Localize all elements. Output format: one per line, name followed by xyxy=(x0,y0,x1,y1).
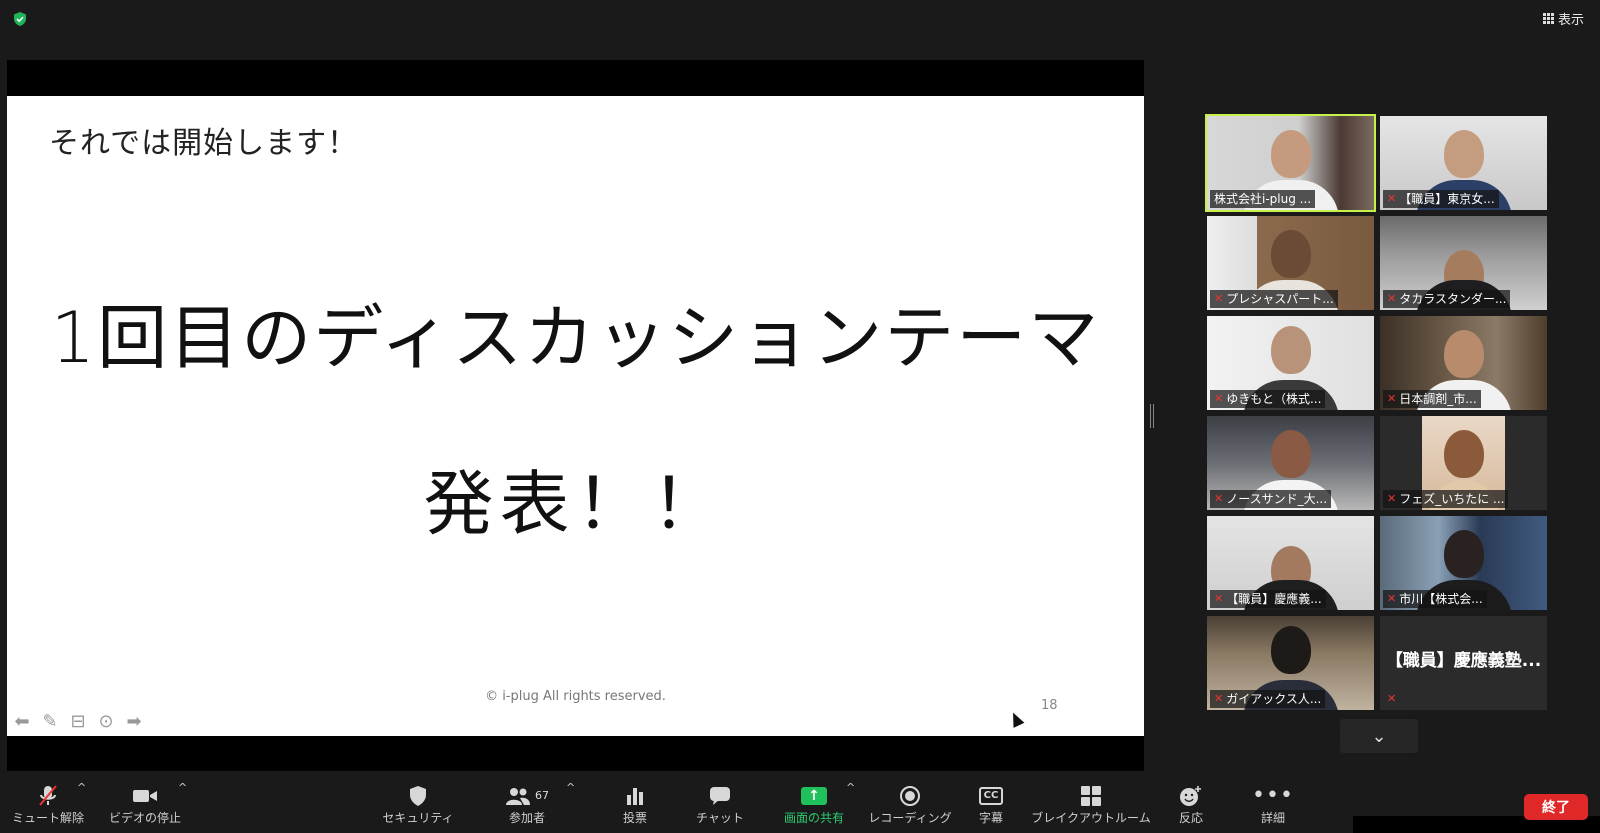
participants-button[interactable]: 67 参加者 xyxy=(495,777,559,833)
security-button[interactable]: セキュリティ xyxy=(380,777,456,833)
participant-name-tag: ✕ 日本調剤_市... xyxy=(1383,390,1481,408)
video-tile-off[interactable]: 【職員】慶應義塾... ✕ xyxy=(1380,616,1547,710)
video-options-caret-icon[interactable]: ^ xyxy=(178,781,187,794)
slides-grid-icon[interactable]: ⊟ xyxy=(67,710,89,732)
record-icon xyxy=(900,786,920,806)
participant-name-tag: ✕ 【職員】東京女... xyxy=(1383,190,1499,208)
mic-muted-icon: ✕ xyxy=(1214,292,1224,305)
microphone-muted-icon xyxy=(37,783,59,809)
reactions-button[interactable]: 反応 xyxy=(1168,777,1214,833)
breakout-rooms-button[interactable]: ブレイクアウトルーム xyxy=(1031,777,1151,833)
participant-name-tag: ✕ 【職員】慶應義... xyxy=(1210,590,1326,608)
mic-muted-icon: ✕ xyxy=(1387,392,1397,405)
chat-button[interactable]: チャット xyxy=(685,777,755,833)
slide-copyright: © i-plug All rights reserved. xyxy=(485,689,666,704)
participants-icon: 67 xyxy=(505,783,549,809)
participant-gallery: 株式会社i-plug ... ✕ 【職員】東京女... ✕ プレシャスパート... … xyxy=(1205,114,1549,710)
share-screen-button[interactable]: ↑ 画面の共有 xyxy=(776,777,852,833)
participant-display-name: 【職員】慶應義塾... xyxy=(1385,651,1542,671)
video-tile[interactable]: ✕ ゆきもと（株式... xyxy=(1207,316,1374,410)
view-button[interactable]: 表示 xyxy=(1542,8,1584,28)
mic-muted-icon: ✕ xyxy=(1214,492,1224,505)
participant-name-tag: ✕ フェズ_いちたに ... xyxy=(1383,490,1509,508)
participant-name-tag: ✕ xyxy=(1383,690,1400,708)
video-tile[interactable]: ✕ 【職員】慶應義... xyxy=(1207,516,1374,610)
security-shield-icon[interactable] xyxy=(12,11,28,27)
mic-muted-icon: ✕ xyxy=(1214,392,1224,405)
video-tile[interactable]: ✕ タカラスタンダー... xyxy=(1380,216,1547,310)
grid-view-icon xyxy=(1542,12,1554,24)
video-tile[interactable]: ✕ プレシャスパート... xyxy=(1207,216,1374,310)
panel-resize-handle[interactable] xyxy=(1150,404,1154,428)
participant-name-tag: ✕ ゆきもと（株式... xyxy=(1210,390,1326,408)
presentation-slide: それでは開始します！ 1回目のディスカッションテーマ 発表！！ © i-plug… xyxy=(7,96,1144,736)
mic-muted-icon: ✕ xyxy=(1387,592,1397,605)
mic-muted-icon: ✕ xyxy=(1214,692,1224,705)
participant-name-tag: ✕ プレシャスパート... xyxy=(1210,290,1338,308)
chat-bubble-icon xyxy=(709,783,731,809)
stop-video-button[interactable]: ビデオの停止 xyxy=(105,777,185,833)
closed-captions-icon: CC xyxy=(978,787,1004,805)
ellipsis-icon: ••• xyxy=(1252,783,1294,808)
view-label: 表示 xyxy=(1557,12,1584,28)
shield-icon xyxy=(408,783,428,809)
video-tile[interactable]: ✕ 日本調剤_市... xyxy=(1380,316,1547,410)
chevron-down-icon: ⌄ xyxy=(1371,725,1387,747)
participant-name-tag: 株式会社i-plug ... xyxy=(1210,190,1316,208)
mic-muted-icon: ✕ xyxy=(1214,592,1224,605)
previous-arrow-icon[interactable]: ⬅ xyxy=(11,710,33,732)
video-tile[interactable]: 株式会社i-plug ... xyxy=(1205,114,1376,212)
participant-name-tag: ✕ 市川【株式会... xyxy=(1383,590,1487,608)
mic-muted-icon: ✕ xyxy=(1387,292,1397,305)
slide-page-number: 18 xyxy=(1041,698,1058,713)
video-tile[interactable]: ✕ ノースサンド_大... xyxy=(1207,416,1374,510)
mic-muted-icon: ✕ xyxy=(1387,192,1397,205)
video-tile[interactable]: ✕ フェズ_いちたに ... xyxy=(1380,416,1547,510)
participants-count: 67 xyxy=(535,789,549,802)
share-options-caret-icon[interactable]: ^ xyxy=(846,781,855,794)
audio-options-caret-icon[interactable]: ^ xyxy=(77,781,86,794)
mic-muted-icon: ✕ xyxy=(1387,692,1397,705)
video-tile[interactable]: ✕ 市川【株式会... xyxy=(1380,516,1547,610)
share-arrow-icon: ↑ xyxy=(801,787,827,805)
polls-button[interactable]: 投票 xyxy=(605,777,665,833)
slide-heading: それでは開始します！ xyxy=(49,126,359,161)
captions-button[interactable]: CC 字幕 xyxy=(966,777,1016,833)
more-button[interactable]: ••• 詳細 xyxy=(1248,777,1298,833)
more-options-icon[interactable]: ⊙ xyxy=(95,710,117,732)
participant-name-tag: ✕ ノースサンド_大... xyxy=(1210,490,1332,508)
zoom-meeting-window: 表示 それでは開始します！ 1回目のディスカッションテーマ 発表！！ © i-p… xyxy=(0,0,1600,833)
breakout-rooms-icon xyxy=(1081,786,1101,806)
participant-name-tag: ✕ タカラスタンダー... xyxy=(1383,290,1511,308)
unmute-button[interactable]: ミュート解除 xyxy=(10,777,86,833)
gallery-next-page-button[interactable]: ⌄ xyxy=(1340,719,1418,753)
slide-navigation-tools: ⬅ ✎ ⊟ ⊙ ➡ xyxy=(11,710,145,732)
video-tile[interactable]: ✕ ガイアックス人... xyxy=(1207,616,1374,710)
shared-screen: それでは開始します！ 1回目のディスカッションテーマ 発表！！ © i-plug… xyxy=(7,60,1144,771)
participant-name-tag: ✕ ガイアックス人... xyxy=(1210,690,1326,708)
slide-subtitle: 発表！！ xyxy=(423,463,728,545)
pen-icon[interactable]: ✎ xyxy=(39,710,61,732)
next-arrow-icon[interactable]: ➡ xyxy=(123,710,145,732)
smiley-plus-icon xyxy=(1179,783,1203,809)
mic-muted-icon: ✕ xyxy=(1387,492,1397,505)
participants-options-caret-icon[interactable]: ^ xyxy=(566,781,575,794)
record-button[interactable]: レコーディング xyxy=(866,777,954,833)
slide-title: 1回目のディスカッションテーマ xyxy=(50,297,1101,379)
mouse-cursor-icon xyxy=(1007,710,1025,728)
end-meeting-button[interactable]: 終了 xyxy=(1524,794,1588,820)
video-tile[interactable]: ✕ 【職員】東京女... xyxy=(1380,116,1547,210)
bar-chart-icon xyxy=(625,783,645,809)
video-camera-icon xyxy=(132,783,158,809)
